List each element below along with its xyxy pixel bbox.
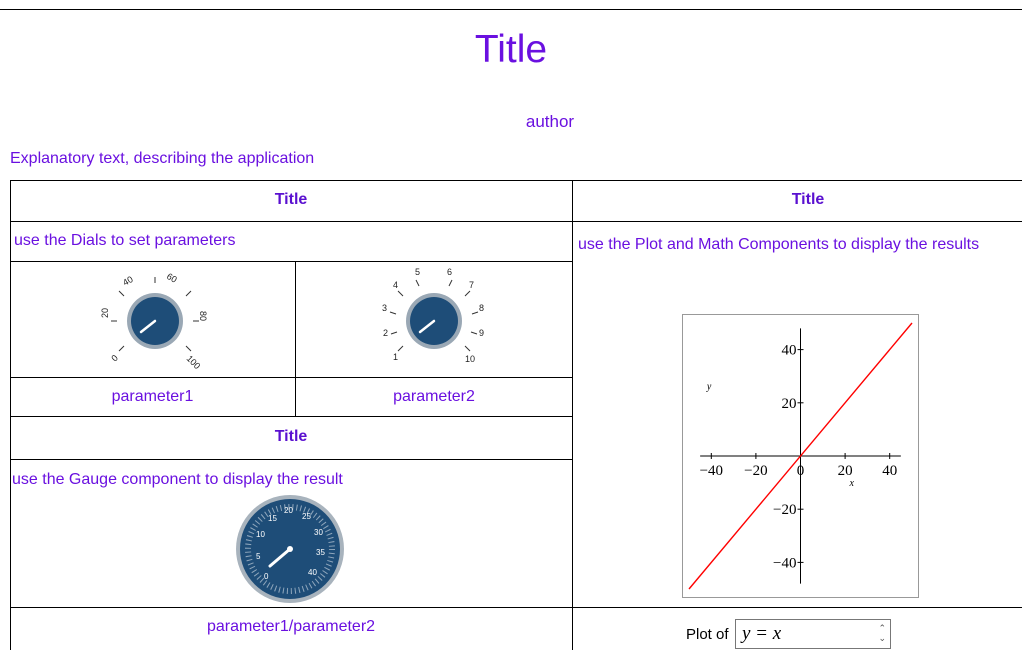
dial1-tick-label: 40	[121, 274, 135, 288]
y-axis-label: y	[706, 382, 712, 393]
math-component-label: Plot of	[686, 626, 729, 643]
gauge-tick-label: 0	[264, 572, 269, 581]
table-rule-1	[10, 221, 1022, 222]
dial1-tick-label: 20	[100, 308, 110, 318]
dial1-tick-label: 0	[109, 353, 120, 364]
parameter1-dial[interactable]: 0 20 40 60 80 100	[100, 266, 210, 376]
math-expression-field[interactable]: y = x ⌃ ⌄	[735, 619, 891, 649]
x-tick-label: 0	[797, 463, 805, 479]
top-rule	[0, 9, 1022, 10]
table-border-left	[10, 180, 11, 650]
page-title: Title	[474, 28, 548, 71]
gauge-tick-label: 40	[308, 568, 317, 577]
x-tick-label: 40	[882, 463, 897, 479]
gauge-result-label: parameter1/parameter2	[206, 618, 376, 635]
math-expression: y = x	[742, 623, 782, 644]
result-gauge: 0 5 10 15 20 25 30 35 40	[236, 495, 344, 603]
gauge-tick-label: 5	[256, 552, 261, 561]
table-rule-5	[10, 459, 572, 460]
gauge-instruction: use the Gauge component to display the r…	[12, 471, 343, 488]
left-section-title: Title	[274, 191, 308, 208]
dial2-tick-label: 8	[479, 303, 484, 313]
explanatory-text: Explanatory text, describing the applica…	[10, 150, 315, 167]
table-divider-center	[572, 180, 573, 650]
table-border-top	[10, 180, 1022, 181]
dial2-tick-label: 10	[465, 354, 475, 364]
dial2-tick-label: 2	[383, 328, 388, 338]
dials-instruction: use the Dials to set parameters	[14, 232, 236, 249]
plot-component[interactable]: −40 −20 0 20 40 40 20 −20 −40 x y	[682, 314, 919, 598]
dial2-tick-label: 3	[382, 303, 387, 313]
gauge-tick-label: 35	[316, 548, 325, 557]
parameter2-dial[interactable]: 1 2 3 4 5 6 7 8 9 10	[379, 266, 489, 376]
dial2-tick-label: 5	[415, 267, 420, 277]
dial2-tick-label: 4	[393, 280, 398, 290]
dial1-tick-label: 80	[198, 311, 208, 321]
y-tick-label: 20	[782, 396, 797, 412]
gauge-tick-label: 30	[314, 528, 323, 537]
y-tick-label: −40	[773, 555, 796, 571]
table-rule-6	[10, 607, 1022, 608]
parameter2-label: parameter2	[393, 388, 475, 405]
author-text: author	[525, 112, 575, 131]
dial1-tick-label: 60	[165, 271, 179, 285]
table-rule-3	[10, 377, 572, 378]
parameter1-label: parameter1	[111, 388, 194, 405]
gauge-section-title: Title	[274, 428, 308, 445]
y-tick-label: 40	[782, 343, 797, 359]
x-tick-label: 20	[838, 463, 853, 479]
table-rule-2	[10, 261, 572, 262]
gauge-hub	[287, 546, 293, 552]
spinner-arrows-icon[interactable]: ⌃ ⌄	[878, 623, 886, 643]
dial2-tick-label: 9	[479, 328, 484, 338]
y-tick-label: −20	[773, 502, 796, 518]
right-section-title: Title	[791, 191, 825, 208]
dial2-tick-label: 6	[447, 267, 452, 277]
plot-instruction: use the Plot and Math Components to disp…	[578, 236, 980, 253]
dial1-tick-label: 100	[185, 353, 203, 371]
dial2-tick-label: 7	[469, 280, 474, 290]
gauge-tick-label: 15	[268, 514, 277, 523]
plot-area: −40 −20 0 20 40 40 20 −20 −40 x y	[688, 322, 913, 590]
gauge-tick-label: 20	[284, 506, 293, 515]
dial2-tick-label: 1	[393, 352, 398, 362]
x-axis-label: x	[849, 478, 855, 489]
x-tick-label: −40	[700, 463, 723, 479]
gauge-tick-label: 25	[302, 512, 311, 521]
table-rule-4	[10, 416, 572, 417]
x-tick-label: −20	[744, 463, 767, 479]
gauge-tick-label: 10	[256, 530, 265, 539]
